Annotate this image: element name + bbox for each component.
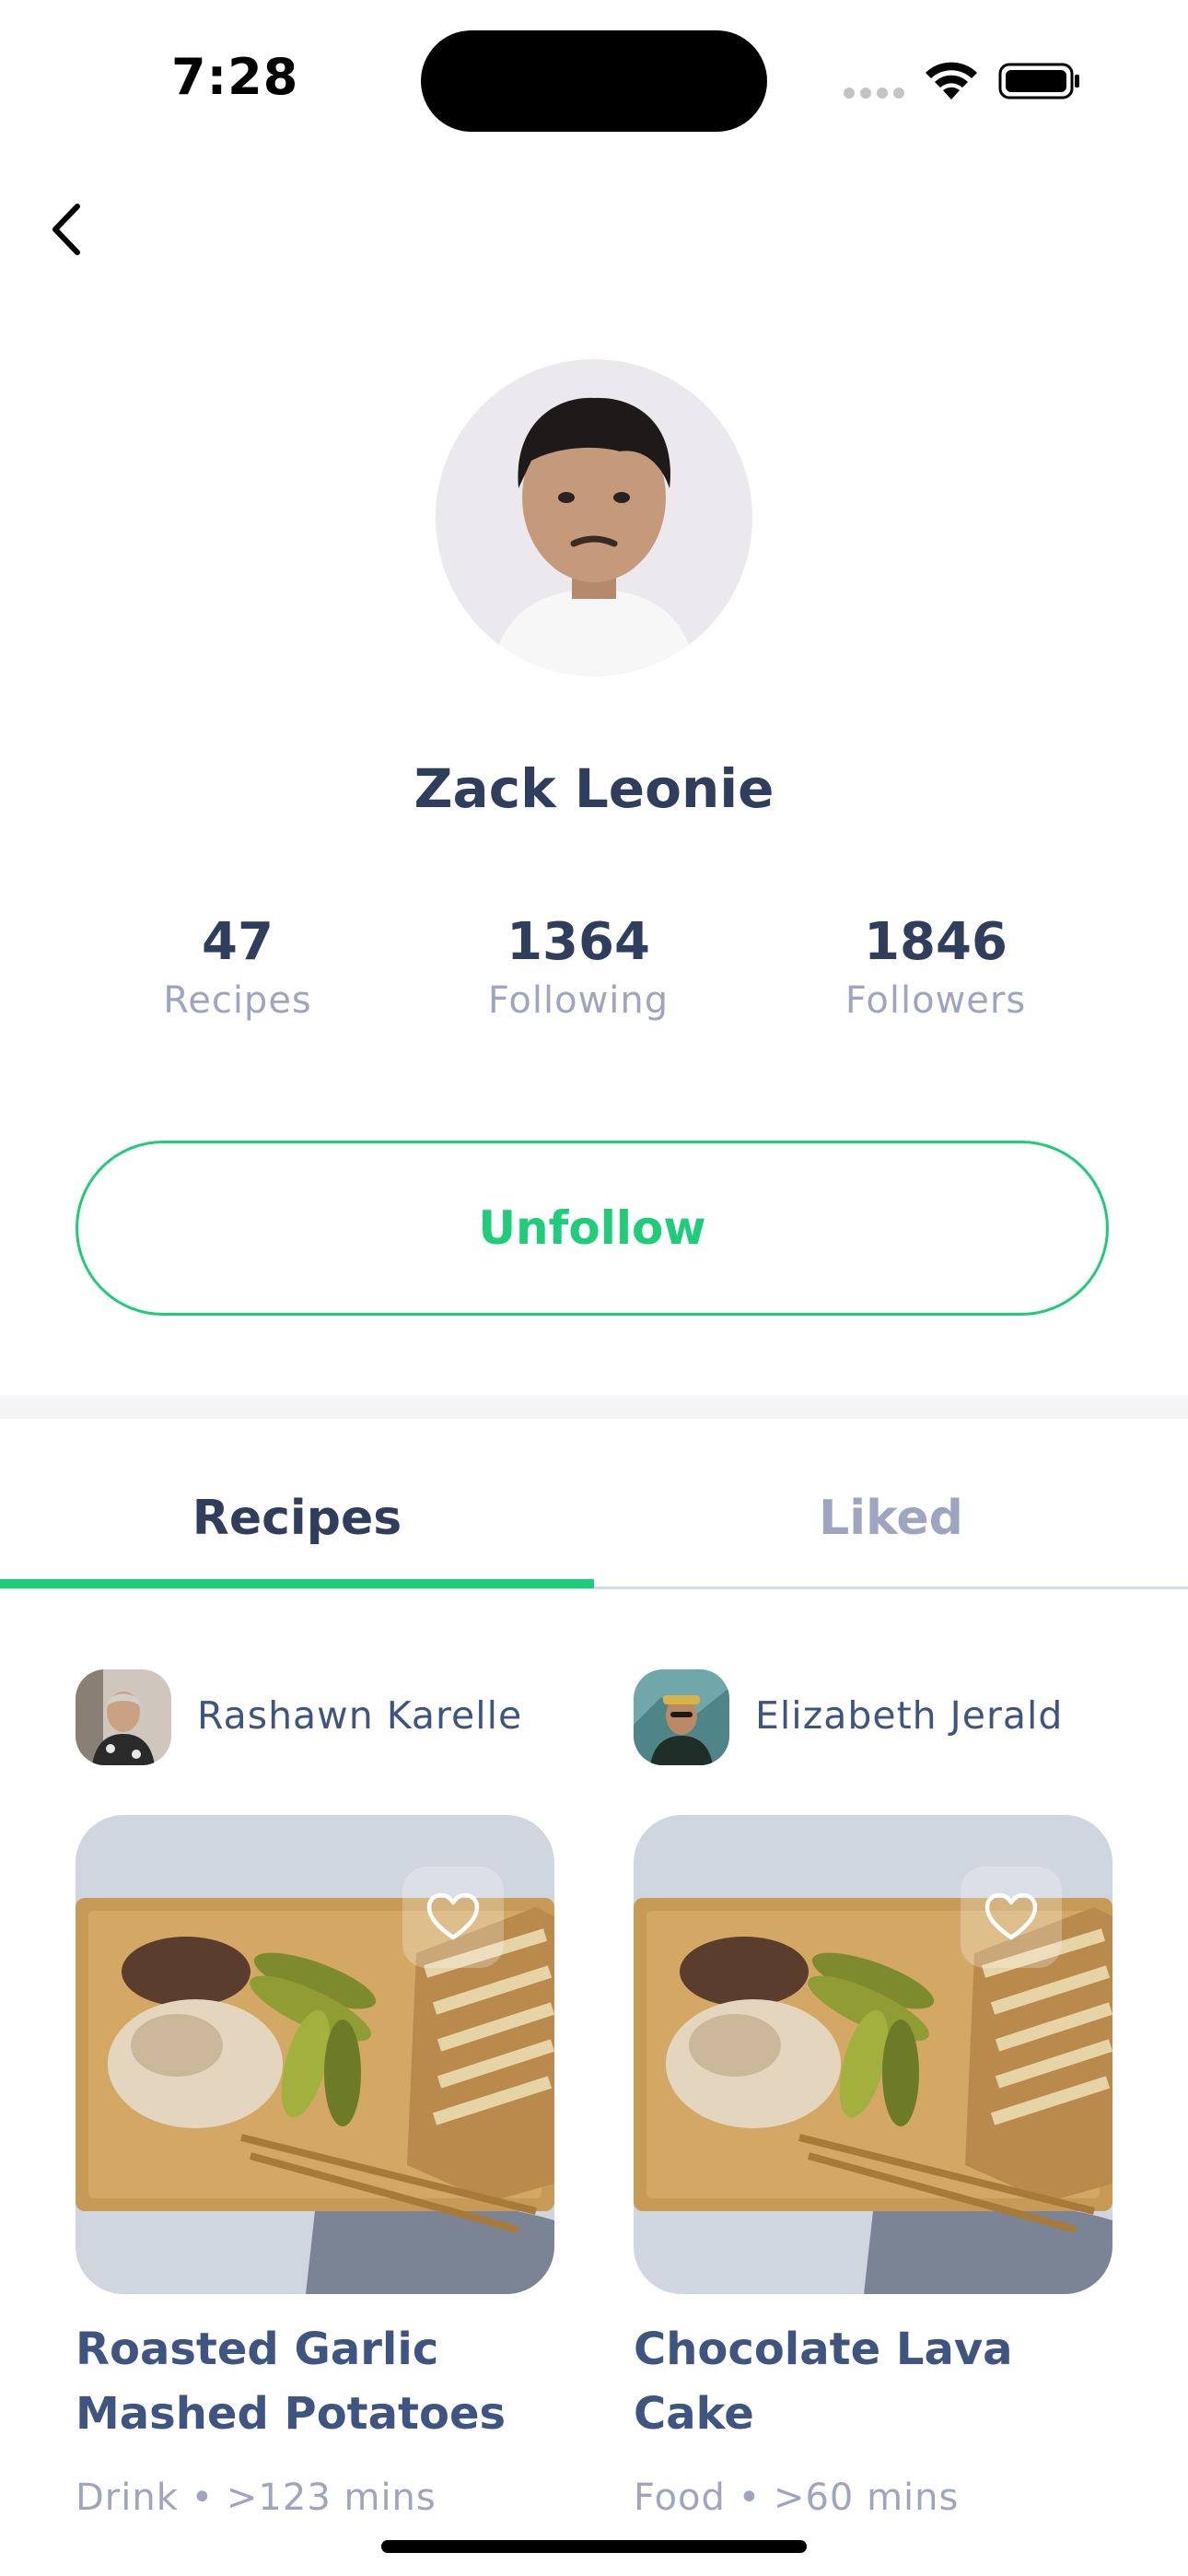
recipe-meta: Drink • >123 mins <box>76 2476 437 2519</box>
recipe-meta: Food • >60 mins <box>634 2476 960 2519</box>
unfollow-button[interactable]: Unfollow <box>76 1141 1109 1316</box>
back-arrow-icon[interactable] <box>41 197 96 262</box>
tab-recipes[interactable]: Recipes <box>0 1491 594 1546</box>
like-button[interactable] <box>961 1867 1062 1968</box>
stat-followers[interactable]: 1846 Followers <box>788 912 1083 1022</box>
recipe-title-line: Chocolate Lava <box>634 2324 1013 2375</box>
section-divider <box>0 1395 1188 1419</box>
tab-active-indicator <box>0 1579 594 1588</box>
wifi-icon <box>926 62 977 100</box>
author-name[interactable]: Rashawn Karelle <box>197 1693 522 1738</box>
dynamic-island <box>421 30 767 132</box>
stat-following[interactable]: 1364 Following <box>431 912 726 1022</box>
stat-label: Followers <box>844 979 1027 1022</box>
profile-name: Zack Leonie <box>413 757 775 820</box>
stat-value: 47 <box>202 912 274 972</box>
cellular-signal-icon <box>844 85 910 102</box>
recipe-title-line: Cake <box>634 2388 754 2440</box>
stat-label: Following <box>487 979 670 1022</box>
stat-value: 1846 <box>864 912 1007 972</box>
stat-value: 1364 <box>507 912 650 972</box>
home-indicator[interactable] <box>381 2540 807 2553</box>
author-avatar[interactable] <box>76 1669 171 1765</box>
recipe-title-line: Roasted Garlic <box>76 2324 439 2375</box>
status-time: 7:28 <box>171 48 299 106</box>
heart-icon <box>426 1892 480 1940</box>
heart-icon <box>984 1892 1038 1940</box>
recipe-title[interactable]: Roasted Garlic Mashed Potatoes <box>76 2317 573 2446</box>
author-avatar[interactable] <box>634 1669 729 1765</box>
battery-icon <box>998 63 1079 100</box>
tab-liked[interactable]: Liked <box>594 1491 1188 1546</box>
author-name[interactable]: Elizabeth Jerald <box>755 1693 1063 1738</box>
stat-label: Recipes <box>163 979 312 1022</box>
stat-recipes: 47 Recipes <box>90 912 385 1022</box>
recipe-title-line: Mashed Potatoes <box>76 2388 507 2440</box>
profile-avatar <box>436 359 752 676</box>
like-button[interactable] <box>402 1867 504 1968</box>
recipe-title[interactable]: Chocolate Lava Cake <box>634 2317 1131 2446</box>
